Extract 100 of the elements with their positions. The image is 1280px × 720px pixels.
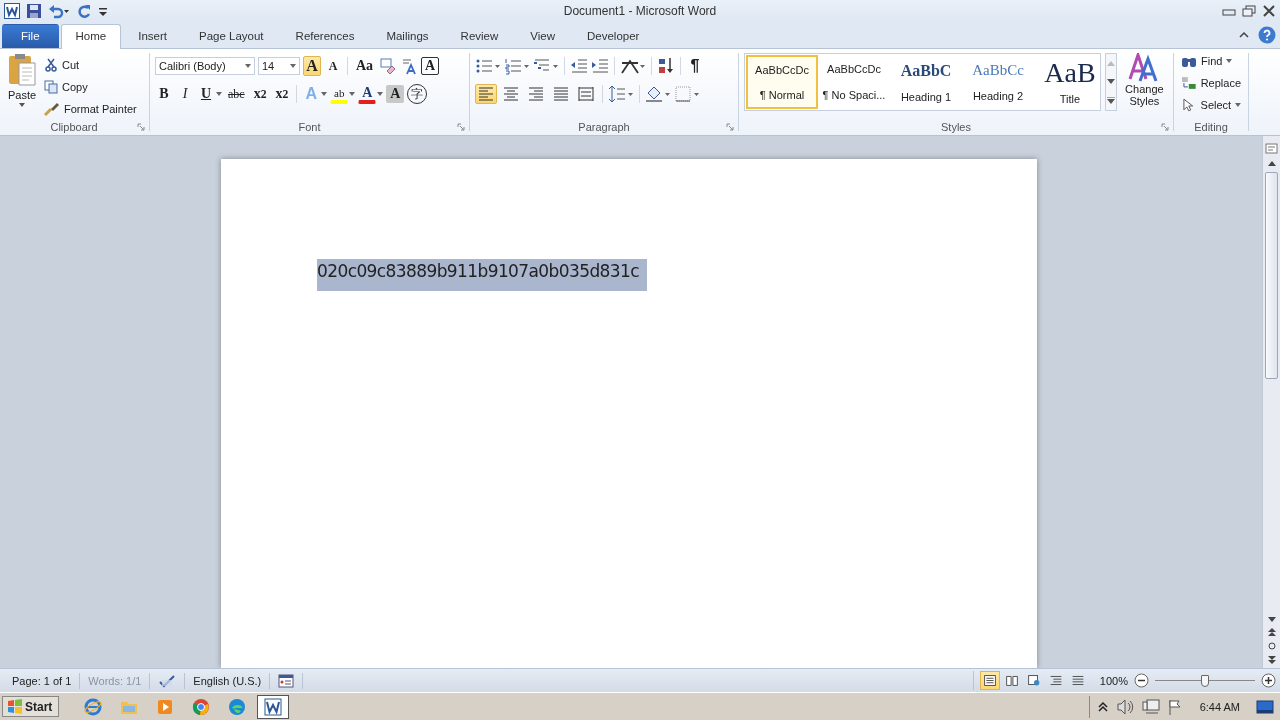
- document-text: 020c09c83889b911b9107a0b035d831c: [317, 259, 647, 291]
- next-page-icon[interactable]: [1267, 656, 1276, 664]
- caret-icon[interactable]: [349, 92, 356, 96]
- shrink-font-button[interactable]: A: [324, 56, 342, 76]
- scroll-down-icon[interactable]: [1267, 617, 1276, 622]
- style-item[interactable]: AaB Title: [1034, 55, 1100, 109]
- page-count[interactable]: Page: 1 of 1: [4, 672, 81, 689]
- scrollbar-thumb[interactable]: [1265, 172, 1278, 379]
- font-name-field[interactable]: Calibri (Body): [155, 57, 255, 75]
- style-item[interactable]: AaBbC Heading 1: [890, 55, 962, 109]
- clock[interactable]: 6:44 AM: [1191, 700, 1248, 713]
- caret-icon: [1235, 102, 1241, 107]
- ribbon-tab[interactable]: References: [280, 24, 370, 48]
- ribbon-tab[interactable]: Mailings: [371, 24, 444, 48]
- sort-icon[interactable]: [657, 57, 675, 75]
- borders-icon[interactable]: [674, 85, 700, 103]
- caret-icon[interactable]: [321, 92, 328, 96]
- paste-button[interactable]: Paste: [4, 53, 40, 119]
- more-icon[interactable]: [1106, 96, 1115, 104]
- caret-icon[interactable]: [377, 92, 384, 96]
- show-hidden-icons-icon[interactable]: [1097, 700, 1108, 713]
- copy-button[interactable]: Copy: [44, 77, 137, 96]
- browse-object-icon[interactable]: [1267, 642, 1276, 650]
- decrease-indent-icon[interactable]: [570, 57, 588, 75]
- help-icon[interactable]: [1258, 26, 1276, 44]
- font-color-button[interactable]: A: [358, 84, 377, 104]
- character-shading-button[interactable]: A: [386, 85, 405, 103]
- paint-bucket-icon[interactable]: [645, 85, 671, 103]
- group-label: Clipboard: [50, 121, 98, 133]
- ribbon-tab[interactable]: View: [515, 24, 570, 48]
- print-layout-button[interactable]: [979, 671, 1000, 690]
- vertical-scrollbar[interactable]: [1262, 136, 1280, 668]
- dialog-launcher-icon[interactable]: [457, 123, 465, 131]
- network-icon[interactable]: [1141, 698, 1160, 715]
- underline-button[interactable]: U: [197, 84, 215, 104]
- zoom-out-icon[interactable]: [1134, 673, 1149, 688]
- restore-icon[interactable]: [1242, 5, 1256, 17]
- close-icon[interactable]: [1262, 5, 1276, 17]
- show-formatting-button[interactable]: ¶: [686, 56, 704, 76]
- caret-icon: [290, 64, 296, 68]
- speaker-icon[interactable]: [1115, 698, 1134, 715]
- undo-icon[interactable]: [48, 3, 70, 19]
- group-label: Editing: [1194, 121, 1228, 133]
- ribbon-tab[interactable]: Home: [60, 24, 122, 49]
- select-button[interactable]: Select: [1181, 95, 1241, 114]
- align-left-button[interactable]: [475, 84, 497, 104]
- caret-icon: [19, 103, 25, 107]
- previous-page-icon[interactable]: [1267, 628, 1276, 636]
- copy-icon: [44, 79, 58, 94]
- style-item[interactable]: AaBbCc Heading 2: [962, 55, 1034, 109]
- strikethrough-button[interactable]: abc: [225, 84, 248, 104]
- scroll-down-icon[interactable]: [1106, 78, 1115, 84]
- zoom-in-icon[interactable]: [1261, 673, 1276, 688]
- ribbon-tab[interactable]: Developer: [572, 24, 655, 48]
- change-styles-button[interactable]: Change Styles: [1120, 53, 1168, 119]
- character-border-button[interactable]: A: [421, 57, 440, 75]
- italic-button[interactable]: I: [176, 84, 194, 104]
- ribbon-tab[interactable]: Insert: [123, 24, 182, 48]
- ruler-icon[interactable]: [1265, 142, 1278, 155]
- grow-font-button[interactable]: A: [303, 56, 321, 76]
- zoom-slider-thumb[interactable]: [1201, 674, 1209, 687]
- find-button[interactable]: Find: [1181, 51, 1241, 70]
- file-tab[interactable]: File: [2, 24, 59, 48]
- gallery-scrollbar[interactable]: [1104, 53, 1117, 111]
- zoom-level[interactable]: 100%: [1099, 674, 1128, 687]
- language-indicator[interactable]: English (U.S.): [185, 672, 271, 689]
- numbering-icon[interactable]: [504, 57, 530, 75]
- line-spacing-icon[interactable]: [608, 85, 634, 103]
- format-painter-button[interactable]: Format Painter: [44, 99, 137, 118]
- ribbon-tab[interactable]: Review: [445, 24, 514, 48]
- highlight-button[interactable]: ab: [330, 84, 349, 104]
- bold-button[interactable]: B: [155, 84, 173, 104]
- caret-icon[interactable]: [216, 92, 222, 96]
- phonetic-guide-icon[interactable]: [400, 57, 419, 75]
- bullets-icon[interactable]: [475, 57, 501, 75]
- font-size-field[interactable]: 14: [258, 57, 300, 75]
- start-button[interactable]: Start: [2, 696, 60, 717]
- windows-flag-icon: [7, 699, 23, 714]
- asian-layout-icon[interactable]: [620, 57, 646, 75]
- ribbon-tab[interactable]: Page Layout: [184, 24, 279, 48]
- replace-button[interactable]: Replace: [1181, 73, 1241, 92]
- style-item[interactable]: AaBbCcDc ¶ Normal: [746, 55, 818, 109]
- dialog-launcher-icon[interactable]: [726, 123, 734, 131]
- style-item[interactable]: AaBbCcDc ¶ No Spaci...: [818, 55, 890, 109]
- scroll-up-icon[interactable]: [1267, 161, 1276, 166]
- clear-formatting-icon[interactable]: [379, 57, 398, 75]
- cut-button[interactable]: Cut: [44, 55, 137, 74]
- proofing-icon[interactable]: [158, 673, 177, 688]
- dialog-launcher-icon[interactable]: [1161, 123, 1169, 131]
- redo-icon[interactable]: [76, 3, 92, 19]
- distributed-button[interactable]: [575, 84, 597, 104]
- increase-indent-icon[interactable]: [591, 57, 609, 75]
- change-case-button[interactable]: Aa: [353, 56, 377, 76]
- show-desktop-icon[interactable]: [1256, 699, 1274, 714]
- word-icon[interactable]: [257, 694, 290, 719]
- macro-recording-icon[interactable]: [278, 673, 295, 688]
- caret-icon: [1226, 58, 1233, 63]
- collapse-ribbon-icon[interactable]: [1238, 30, 1250, 40]
- dialog-launcher-icon[interactable]: [137, 123, 145, 131]
- save-icon[interactable]: [26, 3, 42, 19]
